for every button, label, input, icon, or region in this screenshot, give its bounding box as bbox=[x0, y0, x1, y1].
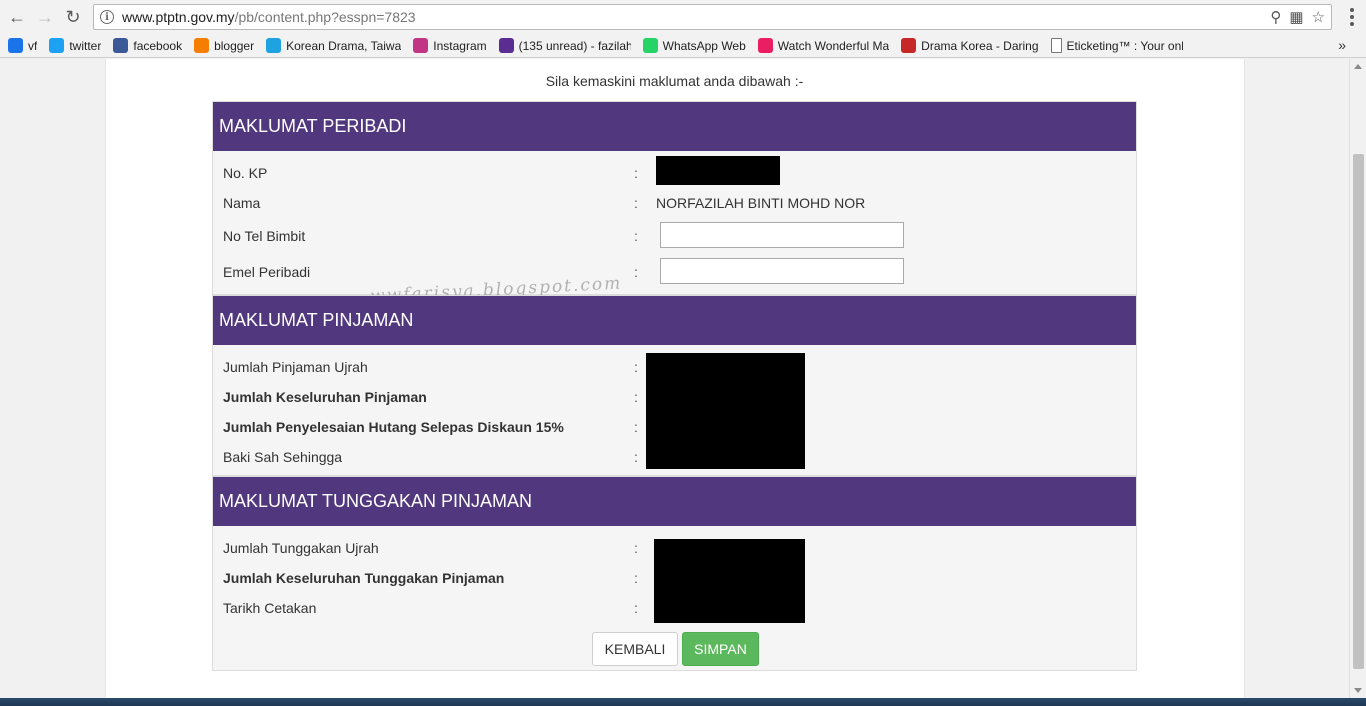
bookmark-item[interactable]: facebook bbox=[113, 38, 182, 53]
bookmark-item[interactable]: Instagram bbox=[413, 38, 487, 53]
page-viewport: Sila kemaskini maklumat anda dibawah :- … bbox=[0, 59, 1349, 698]
bookmark-label: twitter bbox=[69, 38, 102, 53]
bookmark-item[interactable]: Korean Drama, Taiwa bbox=[266, 38, 401, 53]
colon: : bbox=[634, 540, 638, 556]
arrears-info-panel: MAKLUMAT TUNGGAKAN PINJAMAN Jumlah Tungg… bbox=[212, 476, 1137, 626]
bookmark-item[interactable]: Drama Korea - Daring bbox=[901, 38, 1039, 53]
colon: : bbox=[634, 195, 638, 211]
bookmark-label: blogger bbox=[214, 38, 255, 53]
arrears-info-header: MAKLUMAT TUNGGAKAN PINJAMAN bbox=[213, 477, 1136, 526]
vertical-scrollbar[interactable] bbox=[1349, 59, 1366, 698]
back-arrow-icon[interactable]: ← bbox=[6, 6, 28, 28]
intro-text: Sila kemaskini maklumat anda dibawah :- bbox=[545, 73, 804, 89]
colon: : bbox=[634, 264, 638, 280]
email-input[interactable] bbox=[660, 258, 904, 284]
bookmark-label: Instagram bbox=[433, 38, 487, 53]
loan-row-label: Jumlah Keseluruhan Pinjaman bbox=[223, 389, 427, 405]
whatsapp-icon bbox=[642, 38, 658, 53]
arrears-row-label: Jumlah Tunggakan Ujrah bbox=[223, 540, 379, 556]
colon: : bbox=[634, 449, 638, 465]
scroll-thumb[interactable] bbox=[1353, 154, 1364, 669]
reload-icon[interactable]: ↻ bbox=[62, 6, 84, 28]
blogger-icon bbox=[194, 38, 210, 53]
simpan-button[interactable]: SIMPAN bbox=[682, 632, 759, 666]
bookmark-label: WhatsApp Web bbox=[662, 38, 746, 53]
bookmark-item[interactable]: Eticketing™ : Your onl bbox=[1050, 38, 1183, 53]
browser-toolbar: ← → ↻ i www.ptptn.gov.my/pb/content.php?… bbox=[0, 0, 1366, 34]
colon: : bbox=[634, 228, 638, 244]
nama-label: Nama bbox=[223, 195, 261, 211]
email-label: Emel Peribadi bbox=[223, 264, 311, 280]
scroll-up-icon[interactable] bbox=[1354, 64, 1362, 69]
star-icon[interactable]: ☆ bbox=[1312, 8, 1325, 26]
menu-dots-icon[interactable] bbox=[1344, 6, 1360, 28]
colon: : bbox=[634, 389, 638, 405]
loan-info-panel: MAKLUMAT PINJAMAN Jumlah Pinjaman Ujrah:… bbox=[212, 295, 1137, 476]
bookmark-label: vf bbox=[28, 38, 38, 53]
bookmark-item[interactable]: twitter bbox=[49, 38, 101, 53]
colon: : bbox=[634, 600, 638, 616]
bookmark-label: Korean Drama, Taiwa bbox=[286, 38, 402, 53]
os-taskbar bbox=[0, 698, 1366, 706]
viki-icon bbox=[266, 38, 282, 53]
loan-row-label: Baki Sah Sehingga bbox=[223, 449, 343, 465]
nama-value: NORFAZILAH BINTI MOHD NOR bbox=[656, 195, 866, 211]
form-actions: KEMBALI SIMPAN bbox=[212, 625, 1137, 671]
kembali-button[interactable]: KEMBALI bbox=[592, 632, 678, 666]
personal-info-header: MAKLUMAT PERIBADI bbox=[213, 102, 1136, 151]
personal-info-panel: MAKLUMAT PERIBADI No. KP : Nama : NORFAZ… bbox=[212, 101, 1137, 295]
url-text: www.ptptn.gov.my/pb/content.php?esspn=78… bbox=[122, 9, 416, 25]
url-host: www.ptptn.gov.my bbox=[122, 9, 235, 25]
vf-icon bbox=[8, 38, 23, 53]
mail-icon bbox=[498, 38, 514, 53]
page-icon bbox=[1050, 38, 1062, 53]
no-kp-label: No. KP bbox=[223, 165, 268, 181]
colon: : bbox=[634, 359, 638, 375]
arrears-row-label: Tarikh Cetakan bbox=[223, 600, 317, 616]
key-icon[interactable]: ⚲ bbox=[1270, 8, 1281, 26]
bookmark-item[interactable]: (135 unread) - fazilah_ bbox=[498, 38, 631, 53]
redacted-arrears-values bbox=[654, 539, 805, 623]
watch-icon bbox=[757, 38, 773, 53]
bookmark-item[interactable]: Watch Wonderful Ma bbox=[757, 38, 890, 53]
bookmark-item[interactable]: blogger bbox=[194, 38, 254, 53]
bookmark-label: Watch Wonderful Ma bbox=[777, 38, 890, 53]
bookmark-label: facebook bbox=[133, 38, 183, 53]
bookmark-label: Drama Korea - Daring bbox=[921, 38, 1039, 53]
bookmark-label: Eticketing™ : Your onl bbox=[1066, 38, 1183, 53]
bookmarks-overflow-icon[interactable]: » bbox=[1338, 37, 1346, 53]
loan-row-label: Jumlah Pinjaman Ujrah bbox=[223, 359, 368, 375]
twitter-icon bbox=[49, 38, 65, 53]
bookmarks-bar: vf twitter facebook blogger Korean Drama, Ta… bbox=[0, 34, 1366, 58]
arrears-row-label: Jumlah Keseluruhan Tunggakan Pinjaman bbox=[223, 570, 505, 586]
tel-input[interactable] bbox=[660, 222, 904, 248]
translate-icon[interactable]: ▦ bbox=[1289, 8, 1303, 26]
url-path: /pb/content.php?esspn=7823 bbox=[234, 9, 416, 25]
colon: : bbox=[634, 165, 638, 181]
redacted-loan-values bbox=[646, 353, 805, 469]
loan-info-header: MAKLUMAT PINJAMAN bbox=[213, 296, 1136, 345]
info-icon[interactable]: i bbox=[100, 10, 114, 24]
address-bar[interactable]: i www.ptptn.gov.my/pb/content.php?esspn=… bbox=[93, 4, 1332, 30]
instagram-icon bbox=[413, 38, 429, 53]
facebook-icon bbox=[113, 38, 129, 53]
redacted-no-kp bbox=[656, 156, 780, 185]
loan-row-label: Jumlah Penyelesaian Hutang Selepas Diska… bbox=[223, 419, 564, 435]
bookmark-item[interactable]: vf bbox=[8, 38, 37, 53]
scroll-down-icon[interactable] bbox=[1354, 688, 1362, 693]
colon: : bbox=[634, 419, 638, 435]
bookmark-label: (135 unread) - fazilah_ bbox=[518, 38, 631, 53]
bookmark-item[interactable]: WhatsApp Web bbox=[642, 38, 746, 53]
tel-label: No Tel Bimbit bbox=[223, 228, 306, 244]
drama-icon bbox=[901, 38, 917, 53]
forward-arrow-icon[interactable]: → bbox=[34, 6, 56, 28]
colon: : bbox=[634, 570, 638, 586]
